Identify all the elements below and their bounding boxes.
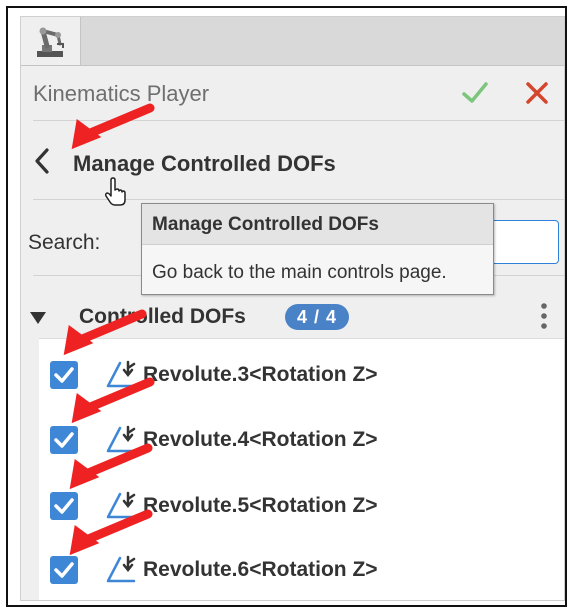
annotation-arrow-icon	[71, 377, 155, 424]
close-button[interactable]	[524, 80, 550, 111]
dof-label: Revolute.5<Rotation Z>	[143, 494, 378, 517]
count-badge: 4/4	[285, 304, 350, 330]
ok-button[interactable]	[461, 80, 489, 111]
collapse-caret-icon[interactable]	[29, 311, 47, 330]
annotation-arrow-icon	[63, 309, 147, 356]
search-label: Search:	[28, 231, 101, 254]
kinematics-tab[interactable]	[21, 17, 81, 65]
panel-tab-bar	[21, 17, 564, 66]
checkmark-icon	[462, 82, 488, 103]
manage-dofs-title[interactable]: Manage Controlled DOFs	[73, 151, 336, 177]
close-x-icon	[526, 82, 548, 104]
tooltip-text: Go back to the main controls page.	[152, 262, 447, 283]
count-selected: 4	[297, 307, 309, 327]
back-button-tooltip: Manage Controlled DOFs Go back to the ma…	[141, 203, 494, 295]
count-separator: /	[314, 307, 321, 327]
annotation-arrow-icon	[69, 443, 153, 490]
dof-label: Revolute.3<Rotation Z>	[143, 363, 378, 386]
vertical-ellipsis-icon[interactable]	[539, 301, 549, 336]
tooltip-title: Manage Controlled DOFs	[142, 204, 493, 245]
dof-checkbox[interactable]	[49, 555, 79, 590]
dof-label: Revolute.4<Rotation Z>	[143, 428, 378, 451]
hand-cursor-icon	[103, 177, 129, 212]
back-button[interactable]	[31, 147, 53, 180]
chevron-left-icon	[35, 148, 49, 174]
dof-label: Revolute.6<Rotation Z>	[143, 558, 378, 581]
annotation-arrow-icon	[71, 103, 155, 150]
count-total: 4	[326, 307, 338, 327]
screenshot-frame: Kinematics Player Manage Controlled DOFs	[6, 6, 567, 607]
annotation-arrow-icon	[69, 509, 153, 556]
revolute-joint-icon	[104, 553, 140, 590]
robot-arm-icon	[33, 25, 69, 64]
